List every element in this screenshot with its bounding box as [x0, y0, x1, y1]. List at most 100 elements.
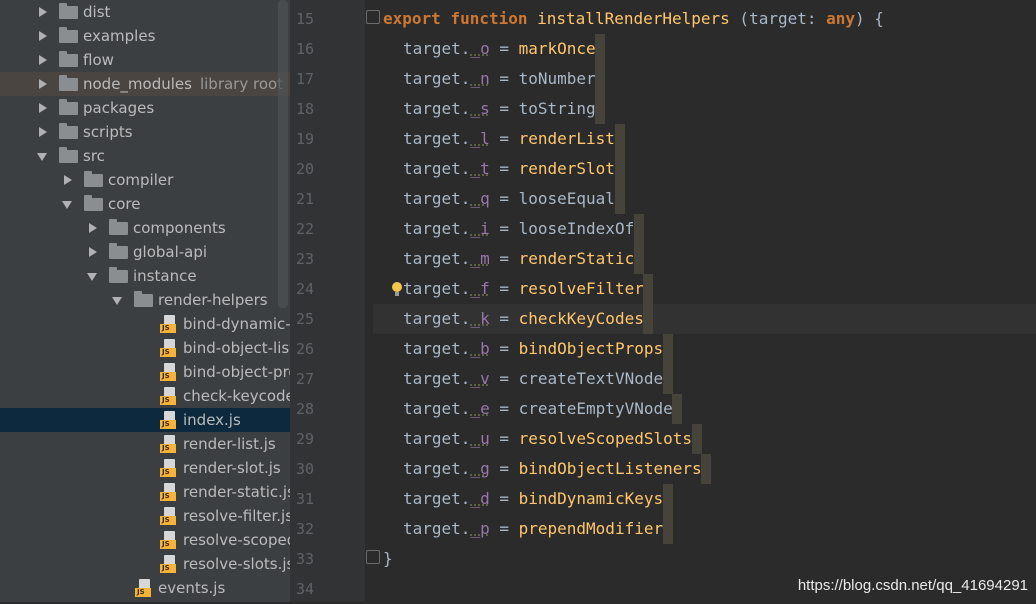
- tree-folder-row[interactable]: instance: [0, 264, 290, 288]
- equals-token: =: [489, 279, 519, 298]
- tree-folder-row[interactable]: examples: [0, 24, 290, 48]
- code-line[interactable]: target._g = bindObjectListeners: [403, 454, 702, 484]
- tree-item-label: resolve-slots.js: [183, 555, 290, 573]
- tree-folder-row[interactable]: core: [0, 192, 290, 216]
- punct-token: (: [729, 9, 750, 28]
- target-token: target.: [403, 99, 471, 118]
- code-line[interactable]: target._b = bindObjectProps: [403, 334, 663, 364]
- value-token: renderList: [518, 129, 615, 148]
- tree-file-row[interactable]: JS bind-object-listeners.js: [0, 336, 290, 360]
- chevron-down-icon[interactable]: [111, 288, 125, 312]
- code-line[interactable]: target._q = looseEqual: [403, 184, 615, 214]
- js-badge: JS: [135, 588, 151, 597]
- code-line[interactable]: target._v = createTextVNode: [403, 364, 663, 394]
- code-line[interactable]: target._e = createEmptyVNode: [403, 394, 673, 424]
- tree-folder-row[interactable]: packages: [0, 96, 290, 120]
- tree-file-row[interactable]: JS resolve-scoped-slots.js: [0, 528, 290, 552]
- js-file-icon: JS: [160, 315, 178, 333]
- tree-file-row[interactable]: JS render-slot.js: [0, 456, 290, 480]
- tree-folder-row[interactable]: dist: [0, 0, 290, 24]
- tree-scrollbar[interactable]: [278, 0, 288, 308]
- tree-file-row[interactable]: JS render-static.js: [0, 480, 290, 504]
- chevron-right-icon[interactable]: [36, 72, 50, 96]
- equals-token: =: [489, 219, 519, 238]
- line-number: 22: [296, 220, 315, 238]
- js-file-icon: JS: [160, 411, 178, 429]
- code-line[interactable]: target._p = prependModifier: [403, 514, 663, 544]
- tree-file-row[interactable]: JS check-keycodes.js: [0, 384, 290, 408]
- line-number: 17: [296, 70, 315, 88]
- chevron-down-icon[interactable]: [36, 144, 50, 168]
- chevron-right-icon[interactable]: [86, 240, 100, 264]
- property-token: _v: [470, 369, 490, 388]
- chevron-right-icon[interactable]: [36, 24, 50, 48]
- line-number: 27: [296, 370, 315, 388]
- fold-marker-end-icon[interactable]: [366, 550, 380, 564]
- line-number: 30: [296, 460, 315, 478]
- chevron-right-icon[interactable]: [36, 48, 50, 72]
- code-line[interactable]: target._l = renderList: [403, 124, 615, 154]
- code-line[interactable]: target._m = renderStatic: [403, 244, 634, 274]
- tree-item-label: bind-dynamic-keys.js: [183, 315, 290, 333]
- code-line[interactable]: target._i = looseIndexOf: [403, 214, 634, 244]
- folder-icon: [84, 195, 103, 211]
- chevron-down-icon[interactable]: [86, 264, 100, 288]
- tree-folder-row[interactable]: scripts: [0, 120, 290, 144]
- equals-token: =: [489, 69, 519, 88]
- equals-token: =: [489, 429, 519, 448]
- code-line[interactable]: target._d = bindDynamicKeys: [403, 484, 663, 514]
- code-line[interactable]: target._n = toNumber: [403, 64, 596, 94]
- target-token: target.: [403, 159, 471, 178]
- js-badge: JS: [160, 540, 176, 549]
- lightbulb-icon[interactable]: [392, 282, 402, 296]
- code-line[interactable]: }: [383, 544, 393, 574]
- tree-item-label: flow: [83, 51, 114, 69]
- param-token: target: [749, 9, 807, 28]
- value-token: bindObjectListeners: [518, 459, 702, 478]
- tree-file-row[interactable]: JS index.js: [0, 408, 290, 432]
- chevron-right-icon[interactable]: [86, 216, 100, 240]
- code-line[interactable]: target._u = resolveScopedSlots: [403, 424, 692, 454]
- chevron-right-icon[interactable]: [36, 0, 50, 24]
- code-line[interactable]: target._f = resolveFilter: [403, 274, 644, 304]
- code-line[interactable]: target._o = markOnce: [403, 34, 596, 64]
- line-number: 29: [296, 430, 315, 448]
- chevron-right-icon[interactable]: [36, 96, 50, 120]
- property-token: _u: [470, 429, 490, 448]
- line-number: 25: [296, 310, 315, 328]
- tree-item-label: node_modules library root: [83, 75, 284, 93]
- tree-folder-row[interactable]: node_modules library root: [0, 72, 290, 96]
- fold-marker-start-icon[interactable]: [366, 10, 380, 24]
- line-number: 18: [296, 100, 315, 118]
- chevron-down-icon[interactable]: [61, 192, 75, 216]
- equals-token: =: [489, 159, 519, 178]
- tree-file-row[interactable]: JS bind-object-props.js: [0, 360, 290, 384]
- chevron-right-icon[interactable]: [36, 120, 50, 144]
- tree-item-label: resolve-scoped-slots.js: [183, 531, 290, 549]
- line-end-marker: [663, 514, 673, 544]
- tree-folder-row[interactable]: src: [0, 144, 290, 168]
- code-line[interactable]: export function installRenderHelpers (ta…: [383, 4, 884, 34]
- code-line[interactable]: target._k = checkKeyCodes: [403, 304, 644, 334]
- keyword-token: export: [383, 9, 441, 28]
- tree-item-label: packages: [83, 99, 155, 117]
- tree-file-row[interactable]: JS resolve-filter.js: [0, 504, 290, 528]
- tree-folder-row[interactable]: compiler: [0, 168, 290, 192]
- tree-item-label: bind-object-props.js: [183, 363, 290, 381]
- tree-item-label: components: [133, 219, 226, 237]
- tree-folder-row[interactable]: components: [0, 216, 290, 240]
- tree-file-row[interactable]: JS events.js: [0, 576, 290, 600]
- tree-folder-row[interactable]: render-helpers: [0, 288, 290, 312]
- tree-file-row[interactable]: JS resolve-slots.js: [0, 552, 290, 576]
- tree-folder-row[interactable]: flow: [0, 48, 290, 72]
- js-file-icon: JS: [160, 339, 178, 357]
- value-token: renderStatic: [518, 249, 635, 268]
- tree-file-row[interactable]: JS render-list.js: [0, 432, 290, 456]
- tree-file-row[interactable]: JS bind-dynamic-keys.js: [0, 312, 290, 336]
- code-line[interactable]: target._s = toString: [403, 94, 596, 124]
- property-token: _p: [470, 519, 490, 538]
- tree-folder-row[interactable]: global-api: [0, 240, 290, 264]
- line-end-marker: [643, 274, 653, 304]
- chevron-right-icon[interactable]: [61, 168, 75, 192]
- code-line[interactable]: target._t = renderSlot: [403, 154, 615, 184]
